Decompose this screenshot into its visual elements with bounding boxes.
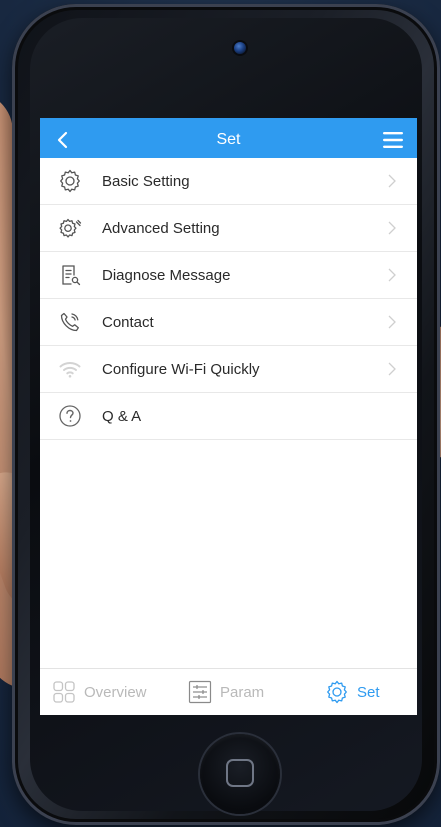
- settings-list: Basic Setting Advanced Setting Diagnose …: [40, 158, 417, 440]
- advanced-gear-icon: [59, 218, 82, 238]
- tab-label: Overview: [84, 683, 147, 701]
- tab-label: Param: [220, 683, 265, 701]
- front-camera: [234, 42, 246, 54]
- page-title: Set: [216, 131, 241, 148]
- document-search-icon: [62, 265, 81, 286]
- list-item-qa[interactable]: Q & A: [40, 393, 417, 440]
- home-button[interactable]: [200, 734, 280, 814]
- chevron-left-icon[interactable]: [54, 130, 72, 150]
- chevron-right-icon: [388, 315, 396, 329]
- list-item-basic-setting[interactable]: Basic Setting: [40, 158, 417, 205]
- gear-icon: [60, 169, 80, 193]
- app-header: Set: [40, 122, 417, 158]
- tab-label: Set: [357, 683, 380, 701]
- list-item-label: Diagnose Message: [102, 266, 231, 284]
- list-item-diagnose-message[interactable]: Diagnose Message: [40, 252, 417, 299]
- bottom-tab-bar: Overview Param Set: [40, 668, 417, 715]
- grid-icon: [53, 681, 75, 703]
- app-screen: Set Basic Setting Advanced Setting Diagn…: [40, 118, 417, 715]
- list-item-label: Contact: [102, 313, 154, 331]
- list-item-label: Q & A: [102, 407, 142, 425]
- chevron-right-icon: [388, 221, 396, 235]
- tab-param[interactable]: Param: [188, 669, 264, 715]
- list-item-label: Basic Setting: [102, 172, 190, 190]
- tab-overview[interactable]: Overview: [52, 669, 147, 715]
- list-item-label: Configure Wi-Fi Quickly: [102, 360, 260, 378]
- chevron-right-icon: [388, 174, 396, 188]
- home-button-icon: [226, 759, 254, 787]
- question-circle-icon: [59, 405, 81, 427]
- tab-set[interactable]: Set: [325, 669, 380, 715]
- gear-icon: [327, 680, 347, 704]
- list-item-label: Advanced Setting: [102, 219, 220, 237]
- sliders-icon: [188, 680, 212, 704]
- hamburger-menu-icon[interactable]: [381, 129, 405, 151]
- phone-icon: [60, 312, 79, 332]
- list-item-configure-wifi[interactable]: Configure Wi-Fi Quickly: [40, 346, 417, 393]
- list-item-advanced-setting[interactable]: Advanced Setting: [40, 205, 417, 252]
- list-item-contact[interactable]: Contact: [40, 299, 417, 346]
- chevron-right-icon: [388, 268, 396, 282]
- chevron-right-icon: [388, 362, 396, 376]
- wifi-icon: [59, 361, 81, 378]
